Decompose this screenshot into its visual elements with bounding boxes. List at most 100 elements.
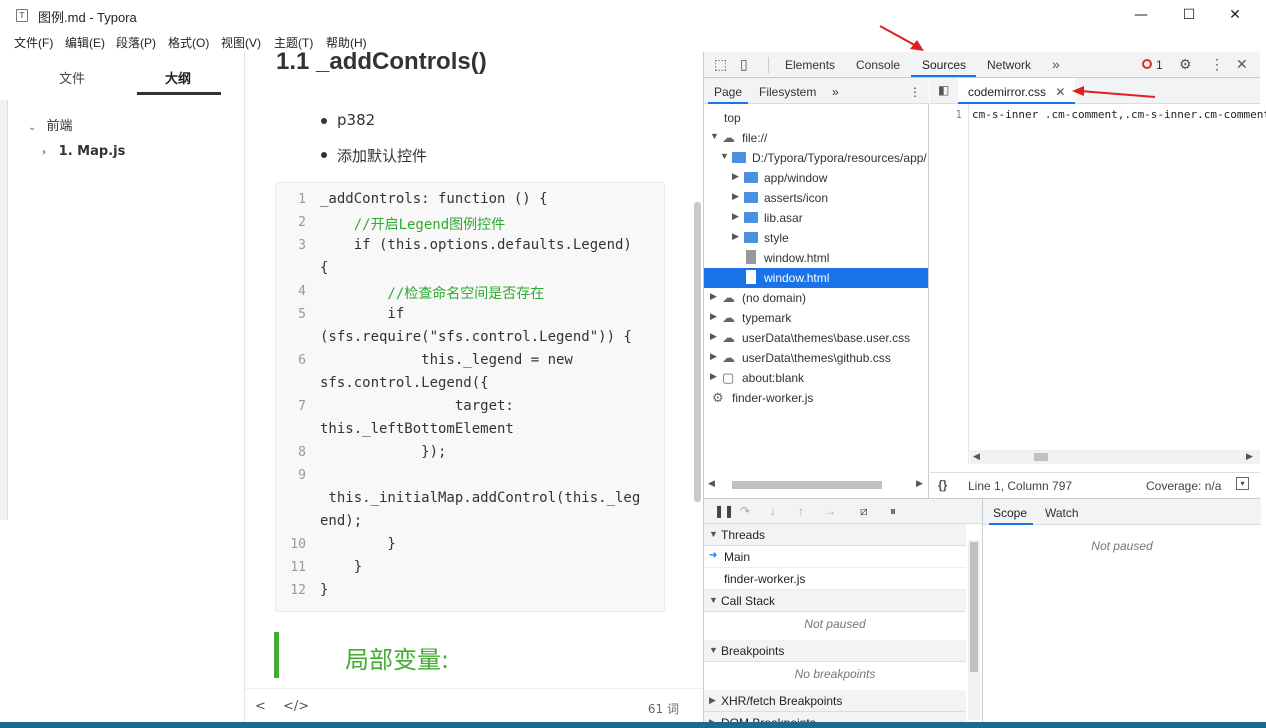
menu-theme[interactable]: 主题(T) (274, 34, 313, 51)
expand-right-icon[interactable]: ▶ (710, 371, 717, 382)
tab-elements[interactable]: Elements (785, 58, 835, 72)
tree-item[interactable]: ▼ D:/Typora/Typora/resources/app/ (704, 148, 928, 168)
expand-down-icon[interactable]: ▼ (710, 131, 719, 141)
callstack-section-header[interactable]: ▼ Call Stack (704, 590, 966, 612)
code-line[interactable]: 1 cm-s-inner .cm-comment,.cm-s-inner.cm-… (930, 108, 1266, 124)
close-devtools-icon[interactable]: ✕ (1236, 56, 1248, 73)
minimize-button[interactable]: — (1118, 0, 1164, 30)
tree-item[interactable]: ▶ app/window (704, 168, 928, 188)
tree-item[interactable]: ▶ lib.asar (704, 208, 928, 228)
tree-item[interactable]: ▼ ☁ file:// (704, 128, 928, 148)
scroll-thumb[interactable] (732, 481, 882, 489)
tab-watch[interactable]: Watch (1045, 506, 1079, 520)
pause-icon[interactable]: ❚❚ (714, 504, 734, 518)
scroll-left-icon[interactable]: ◀ (973, 451, 980, 462)
toggle-sidebar-icon[interactable]: < (255, 699, 266, 714)
tab-scope[interactable]: Scope (993, 506, 1027, 520)
tree-item[interactable]: ⚙ finder-worker.js (704, 388, 928, 408)
step-icon[interactable]: → (824, 504, 836, 518)
error-count[interactable]: 1 (1156, 58, 1163, 72)
scroll-thumb[interactable] (970, 542, 978, 672)
code-line: } (320, 536, 396, 552)
expand-right-icon[interactable]: ▶ (732, 191, 739, 202)
file-tab-codemirror[interactable]: codemirror.css ✕ (958, 78, 1076, 104)
expand-right-icon[interactable]: ▶ (710, 331, 717, 342)
expand-right-icon[interactable]: ▶ (732, 211, 739, 222)
expand-right-icon[interactable]: ▶ (732, 231, 739, 242)
kebab-menu-icon[interactable]: ⋮ (909, 85, 921, 99)
breakpoints-section-header[interactable]: ▼ Breakpoints (704, 640, 966, 662)
more-tabs-icon[interactable]: » (1052, 56, 1060, 72)
code-line: _addControls: function () { (320, 191, 548, 207)
inspect-element-icon[interactable]: ⬚ (714, 56, 727, 73)
expand-right-icon[interactable]: ▶ (710, 311, 717, 322)
tab-page[interactable]: Page (714, 85, 742, 99)
pause-on-exceptions-icon[interactable]: ⏸ (890, 504, 896, 519)
tree-item[interactable]: window.html (704, 268, 928, 288)
expand-right-icon[interactable]: ▶ (710, 351, 717, 362)
menu-format[interactable]: 格式(O) (168, 34, 209, 51)
close-tab-icon[interactable]: ✕ (1055, 85, 1065, 99)
expand-right-icon[interactable]: ▶ (710, 291, 717, 302)
menu-paragraph[interactable]: 段落(P) (116, 34, 156, 51)
close-button[interactable]: ✕ (1212, 0, 1258, 30)
scroll-right-icon[interactable]: ▶ (916, 478, 923, 489)
gear-icon[interactable]: ⚙ (1179, 56, 1192, 73)
navigator-horizontal-scrollbar[interactable]: ◀ ▶ (704, 478, 929, 492)
outline-label: 1. Map.js (58, 144, 126, 159)
editor[interactable]: 1.1 _addControls() p382 添加默认控件 1 _addCont… (245, 52, 703, 728)
word-count[interactable]: 61 词 (648, 700, 679, 717)
expand-down-icon[interactable]: ▼ (720, 151, 729, 161)
tree-item[interactable]: window.html (704, 248, 928, 268)
editor-scrollbar[interactable] (694, 202, 701, 502)
code-block[interactable]: 1 _addControls: function () {2 //开启Legend… (275, 182, 665, 612)
threads-section-header[interactable]: ▼ Threads (704, 524, 966, 546)
tree-item[interactable]: ▶ ☁ (no domain) (704, 288, 928, 308)
menu-edit[interactable]: 编辑(E) (65, 34, 105, 51)
step-over-icon[interactable]: ↷ (740, 504, 750, 518)
menu-view[interactable]: 视图(V) (221, 34, 261, 51)
kebab-menu-icon[interactable]: ⋮ (1210, 56, 1224, 73)
pretty-print-icon[interactable]: {} (938, 478, 947, 492)
expand-right-icon[interactable]: ▶ (732, 171, 739, 182)
tab-outline[interactable]: 大纲 (165, 68, 191, 87)
step-into-icon[interactable]: ↓ (770, 504, 776, 518)
bullet-text: p382 (337, 111, 376, 129)
source-code-mode-icon[interactable]: </> (283, 699, 309, 714)
more-subtabs-icon[interactable]: » (832, 85, 839, 99)
toggle-navigator-icon[interactable]: ◧ (938, 83, 949, 97)
xhr-breakpoints-section-header[interactable]: ▶ XHR/fetch Breakpoints (704, 690, 966, 712)
toggle-debugger-icon[interactable]: ▾ (1236, 477, 1249, 490)
tree-item[interactable]: top (704, 108, 928, 128)
tab-network[interactable]: Network (987, 58, 1031, 72)
menu-file[interactable]: 文件(F) (14, 34, 53, 51)
tree-item[interactable]: ▶ ☁ typemark (704, 308, 928, 328)
device-toolbar-icon[interactable]: ▯ (740, 56, 748, 73)
scroll-right-icon[interactable]: ▶ (1246, 451, 1253, 462)
tree-item[interactable]: ▶ ▢ about:blank (704, 368, 928, 388)
error-icon[interactable] (1142, 59, 1152, 69)
outline-item-mapjs[interactable]: › 1. Map.js (42, 144, 125, 159)
thread-worker[interactable]: finder-worker.js (704, 568, 966, 590)
debugger-sidebar-scrollbar[interactable] (968, 540, 980, 720)
tree-item[interactable]: ▶ ☁ userData\themes\github.css (704, 348, 928, 368)
thread-main[interactable]: ➜ Main (704, 546, 966, 568)
step-out-icon[interactable]: ↑ (798, 504, 804, 518)
debugger-toolbar: ❚❚ ↷ ↓ ↑ → ⧄ ⏸ (704, 498, 982, 524)
tree-item-label: top (724, 111, 741, 125)
maximize-button[interactable]: ☐ (1166, 0, 1212, 30)
tab-sources[interactable]: Sources (922, 58, 966, 72)
tab-files[interactable]: 文件 (59, 68, 85, 87)
tab-filesystem[interactable]: Filesystem (759, 85, 816, 99)
menu-help[interactable]: 帮助(H) (326, 34, 367, 51)
outline-item-frontend[interactable]: ⌄ 前端 (28, 115, 73, 134)
tree-item-label: window.html (764, 271, 830, 285)
tree-item[interactable]: ▶ style (704, 228, 928, 248)
editor-horizontal-scrollbar[interactable]: ◀ ▶ (970, 450, 1260, 464)
tab-console[interactable]: Console (856, 58, 900, 72)
deactivate-breakpoints-icon[interactable]: ⧄ (860, 504, 868, 519)
tree-item[interactable]: ▶ asserts/icon (704, 188, 928, 208)
scroll-left-icon[interactable]: ◀ (708, 478, 715, 489)
tree-item[interactable]: ▶ ☁ userData\themes\base.user.css (704, 328, 928, 348)
scroll-thumb[interactable] (1034, 453, 1048, 461)
